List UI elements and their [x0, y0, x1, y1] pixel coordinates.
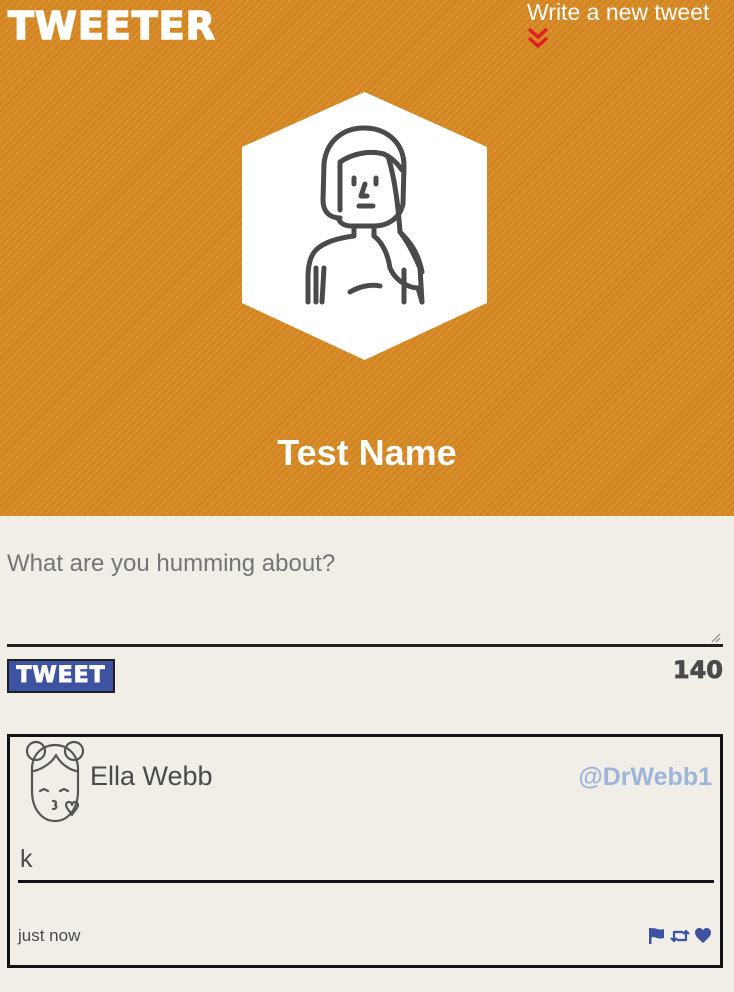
profile-header: Tweeter Write a new tweet — [0, 0, 734, 516]
char-counter: 140 — [672, 656, 723, 685]
tweet-timestamp: just now — [18, 926, 81, 945]
compose-link-label[interactable]: Write a new tweet — [527, 0, 732, 24]
compose-toggle[interactable]: Write a new tweet — [527, 0, 732, 50]
tweet-content: k — [18, 845, 714, 883]
flag-icon[interactable] — [648, 927, 666, 945]
tweet-actions — [648, 927, 712, 945]
profile-name: Test Name — [277, 432, 457, 473]
tweet-input[interactable] — [7, 550, 723, 647]
tweet-card: Ella Webb @DrWebb1 k just now — [7, 734, 723, 968]
tweet-author-handle[interactable]: @DrWebb1 — [578, 763, 712, 792]
profile-avatar — [242, 92, 487, 360]
brand-logo[interactable]: Tweeter — [7, 3, 216, 49]
tweet-submit-button[interactable]: Tweet — [7, 659, 115, 693]
double-chevron-down-icon[interactable] — [527, 26, 551, 50]
resize-handle-icon[interactable] — [711, 633, 721, 643]
heart-icon[interactable] — [694, 927, 712, 945]
tweet-author-name: Ella Webb — [90, 761, 213, 791]
tweet-author-avatar — [25, 740, 85, 823]
retweet-icon[interactable] — [670, 927, 690, 945]
